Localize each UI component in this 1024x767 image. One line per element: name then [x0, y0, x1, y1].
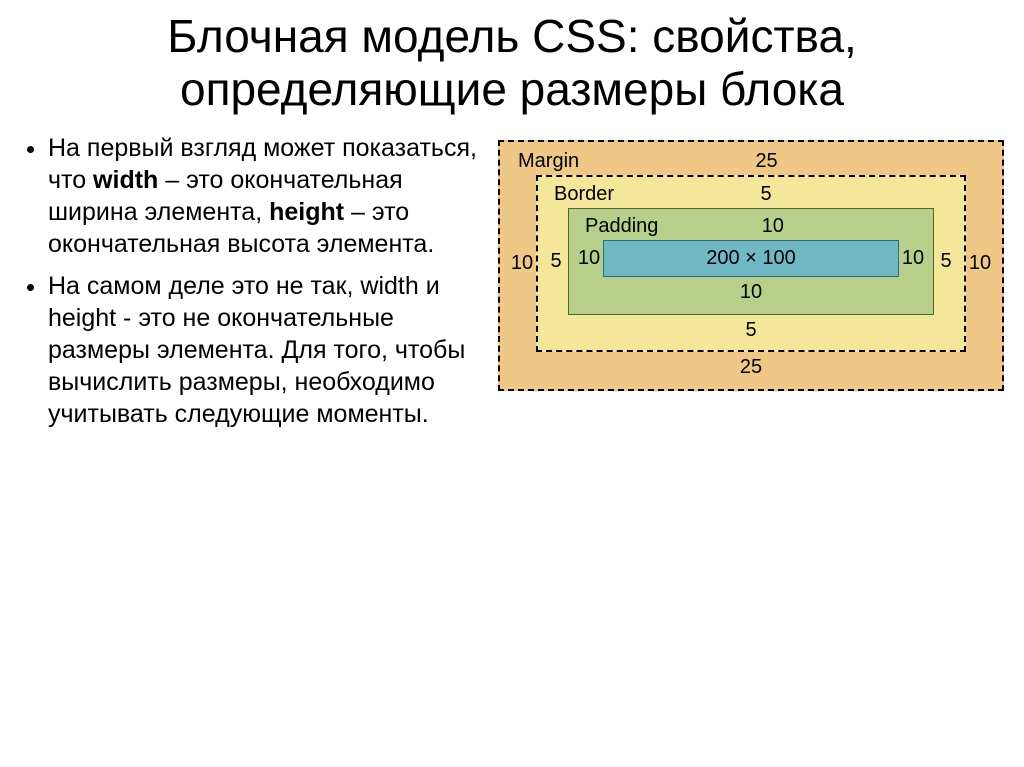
- text-column: На первый взгляд может показаться, что w…: [20, 132, 480, 440]
- box-content: 200 × 100: [603, 240, 899, 277]
- bullet-item-1: На первый взгляд может показаться, что w…: [48, 132, 480, 260]
- margin-left-value: 10: [508, 252, 536, 275]
- margin-mid-row: 10 Border 5 5 Padding: [508, 175, 994, 352]
- padding-top-row: Padding 10: [575, 215, 927, 238]
- box-padding: Padding 10 10 200 × 100 10 10: [568, 208, 934, 315]
- border-top-row: Border 5: [544, 183, 958, 206]
- padding-top-value: 10: [658, 215, 927, 238]
- bullet-list: На первый взгляд может показаться, что w…: [20, 132, 480, 430]
- padding-left-value: 10: [575, 247, 603, 270]
- bullet-item-2: На самом деле это не так, width и height…: [48, 270, 480, 430]
- border-right-value: 5: [934, 250, 958, 273]
- box-border: Border 5 5 Padding 10: [536, 175, 966, 352]
- slide: Блочная модель CSS: свойства, определяющ…: [0, 0, 1024, 767]
- slide-title: Блочная модель CSS: свойства, определяющ…: [20, 10, 1004, 116]
- margin-label: Margin: [508, 150, 579, 173]
- padding-label: Padding: [575, 215, 658, 238]
- box-margin: Margin 25 10 Border 5 5: [498, 140, 1004, 391]
- border-label: Border: [544, 183, 614, 206]
- padding-mid-row: 10 200 × 100 10: [575, 240, 927, 277]
- margin-right-value: 10: [966, 252, 994, 275]
- border-bottom-value: 5: [544, 319, 958, 342]
- bullet-1-height: height: [269, 198, 344, 226]
- margin-top-row: Margin 25: [508, 150, 994, 173]
- border-mid-row: 5 Padding 10 10 200 × 100: [544, 208, 958, 315]
- border-top-value: 5: [614, 183, 958, 206]
- padding-bottom-value: 10: [575, 281, 927, 304]
- diagram-column: Margin 25 10 Border 5 5: [498, 132, 1004, 391]
- padding-right-value: 10: [899, 247, 927, 270]
- margin-bottom-value: 25: [508, 356, 994, 379]
- margin-top-value: 25: [579, 150, 994, 173]
- content-row: На первый взгляд может показаться, что w…: [20, 132, 1004, 440]
- bullet-1-width: width: [93, 166, 158, 194]
- border-left-value: 5: [544, 250, 568, 273]
